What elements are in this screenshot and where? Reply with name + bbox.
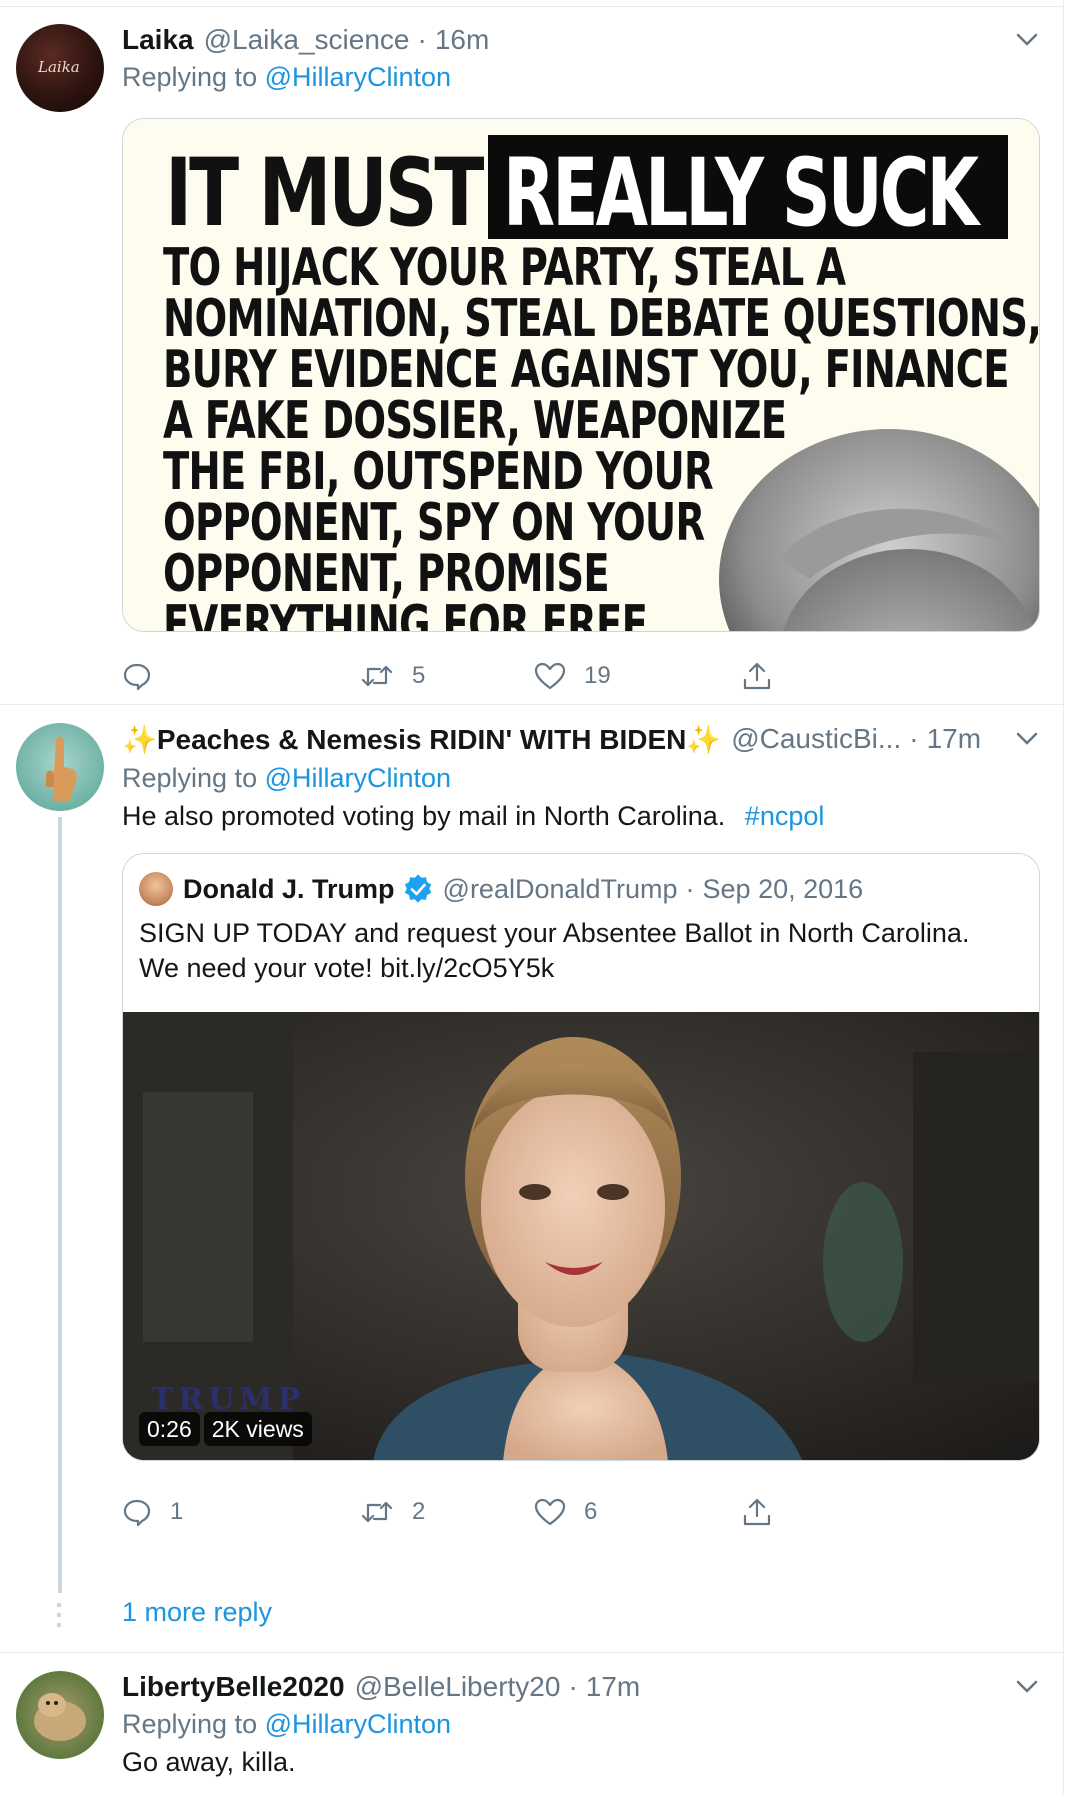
thread-line xyxy=(58,817,62,1593)
display-name[interactable]: LibertyBelle2020 xyxy=(122,1671,345,1703)
display-name[interactable]: ✨Peaches & Nemesis RIDIN' WITH BIDEN✨ xyxy=(122,723,721,756)
timestamp[interactable]: 16m xyxy=(435,24,489,56)
reply-icon xyxy=(123,663,151,691)
video-player[interactable]: TRUMP 0:26 2K views xyxy=(123,1012,1039,1460)
replying-to-link[interactable]: @HillaryClinton xyxy=(265,763,451,793)
share-icon xyxy=(743,1498,771,1526)
tweet-text: He also promoted voting by mail in North… xyxy=(122,801,824,832)
replying-prefix: Replying to xyxy=(122,1709,258,1739)
avatar[interactable] xyxy=(16,723,104,811)
user-handle[interactable]: @CausticBi... xyxy=(731,723,901,755)
video-duration: 0:26 xyxy=(139,1412,200,1446)
chevron-down-icon[interactable] xyxy=(1013,725,1041,753)
tweet-header: LibertyBelle2020 @BelleLiberty20 · 17m xyxy=(122,1669,640,1705)
quoted-text-line-2: We need your vote! bit.ly/2cO5Y5k xyxy=(139,953,555,983)
more-replies-link[interactable]: 1 more reply xyxy=(122,1597,272,1628)
like-button[interactable]: 19 xyxy=(534,656,611,696)
reply-button[interactable] xyxy=(122,656,170,696)
tweet-header: Laika @Laika_science · 16m xyxy=(122,22,489,58)
tweet-body: Go away, killa. xyxy=(122,1747,296,1777)
replying-to-link[interactable]: @HillaryClinton xyxy=(265,62,451,92)
separator-dot: · xyxy=(568,1671,578,1702)
separator-dot: · xyxy=(417,24,427,55)
retweet-icon xyxy=(361,1501,393,1523)
like-count: 19 xyxy=(584,662,611,689)
dog-graphic xyxy=(34,1693,86,1741)
retweet-count: 2 xyxy=(412,1498,426,1525)
hand-graphic xyxy=(46,736,77,801)
quoted-date[interactable]: Sep 20, 2016 xyxy=(703,874,864,905)
reply-button[interactable]: 1 xyxy=(122,1492,183,1532)
like-icon xyxy=(534,662,566,690)
avatar[interactable] xyxy=(16,1671,104,1759)
reply-icon xyxy=(123,1499,151,1527)
share-button[interactable] xyxy=(742,1492,772,1532)
quoted-handle[interactable]: @realDonaldTrump xyxy=(443,874,678,905)
share-button[interactable] xyxy=(742,656,772,696)
retweet-count: 5 xyxy=(412,662,426,689)
replying-to-link[interactable]: @HillaryClinton xyxy=(265,1709,451,1739)
user-handle[interactable]: @BelleLiberty20 xyxy=(355,1671,561,1703)
like-button[interactable]: 6 xyxy=(534,1492,597,1532)
replying-prefix: Replying to xyxy=(122,62,258,92)
retweet-icon xyxy=(361,665,393,687)
meme-headline-highlight: REALLY SUCK xyxy=(503,139,979,248)
video-badges: 0:26 2K views xyxy=(139,1412,312,1446)
share-icon xyxy=(743,662,771,690)
tweet-header: ✨Peaches & Nemesis RIDIN' WITH BIDEN✨ @C… xyxy=(122,721,981,757)
quoted-display-name[interactable]: Donald J. Trump xyxy=(183,874,395,905)
replying-prefix: Replying to xyxy=(122,763,258,793)
hashtag-link[interactable]: #ncpol xyxy=(745,801,825,831)
retweet-button[interactable]: 2 xyxy=(360,1492,425,1532)
tweet-body: He also promoted voting by mail in North… xyxy=(122,801,726,831)
replying-to: Replying to @HillaryClinton xyxy=(122,62,451,93)
quoted-avatar[interactable] xyxy=(139,872,173,906)
verified-badge-icon xyxy=(404,874,431,903)
tweet-laika[interactable]: Laika Laika @Laika_science · 16m Replyin… xyxy=(0,6,1063,704)
portrait-graphic xyxy=(719,429,1039,631)
meme-graphic: IT MUST REALLY SUCK TO HIJACK YOUR PARTY… xyxy=(123,119,1039,631)
separator-dot: · xyxy=(685,873,695,904)
quoted-tweet[interactable]: Donald J. Trump @realDonaldTrump · Sep 2… xyxy=(122,853,1040,1461)
chevron-down-icon[interactable] xyxy=(1013,26,1041,54)
tweet-actions: 5 19 xyxy=(122,656,902,696)
reply-feed: Laika Laika @Laika_science · 16m Replyin… xyxy=(0,0,1068,1794)
separator-dot: · xyxy=(909,723,919,754)
tweet-actions: 1 2 6 xyxy=(122,1492,902,1532)
meme-headline: IT MUST xyxy=(165,139,484,248)
quoted-tweet-header: Donald J. Trump @realDonaldTrump · Sep 2… xyxy=(139,872,863,906)
replying-to: Replying to @HillaryClinton xyxy=(122,763,451,794)
quoted-text-line-1: SIGN UP TODAY and request your Absentee … xyxy=(139,918,970,948)
replying-to: Replying to @HillaryClinton xyxy=(122,1709,451,1740)
like-count: 6 xyxy=(584,1498,598,1525)
avatar-label: Laika xyxy=(38,58,80,76)
column-border xyxy=(1063,0,1064,1794)
thread-dots xyxy=(57,1603,61,1633)
timestamp[interactable]: 17m xyxy=(586,1671,640,1703)
reply-count: 1 xyxy=(170,1498,184,1525)
quoted-tweet-text: SIGN UP TODAY and request your Absentee … xyxy=(139,916,969,986)
tweet-libertybelle[interactable]: LibertyBelle2020 @BelleLiberty20 · 17m R… xyxy=(0,1653,1063,1794)
tweet-peaches[interactable]: ✨Peaches & Nemesis RIDIN' WITH BIDEN✨ @C… xyxy=(0,705,1063,1643)
avatar[interactable]: Laika xyxy=(16,24,104,112)
timestamp[interactable]: 17m xyxy=(927,723,981,755)
meme-image[interactable]: IT MUST REALLY SUCK TO HIJACK YOUR PARTY… xyxy=(122,118,1040,632)
video-views: 2K views xyxy=(203,1412,312,1446)
chevron-down-icon[interactable] xyxy=(1013,1673,1041,1701)
display-name[interactable]: Laika xyxy=(122,24,194,56)
like-icon xyxy=(534,1498,566,1526)
retweet-button[interactable]: 5 xyxy=(360,656,425,696)
user-handle[interactable]: @Laika_science xyxy=(204,24,410,56)
